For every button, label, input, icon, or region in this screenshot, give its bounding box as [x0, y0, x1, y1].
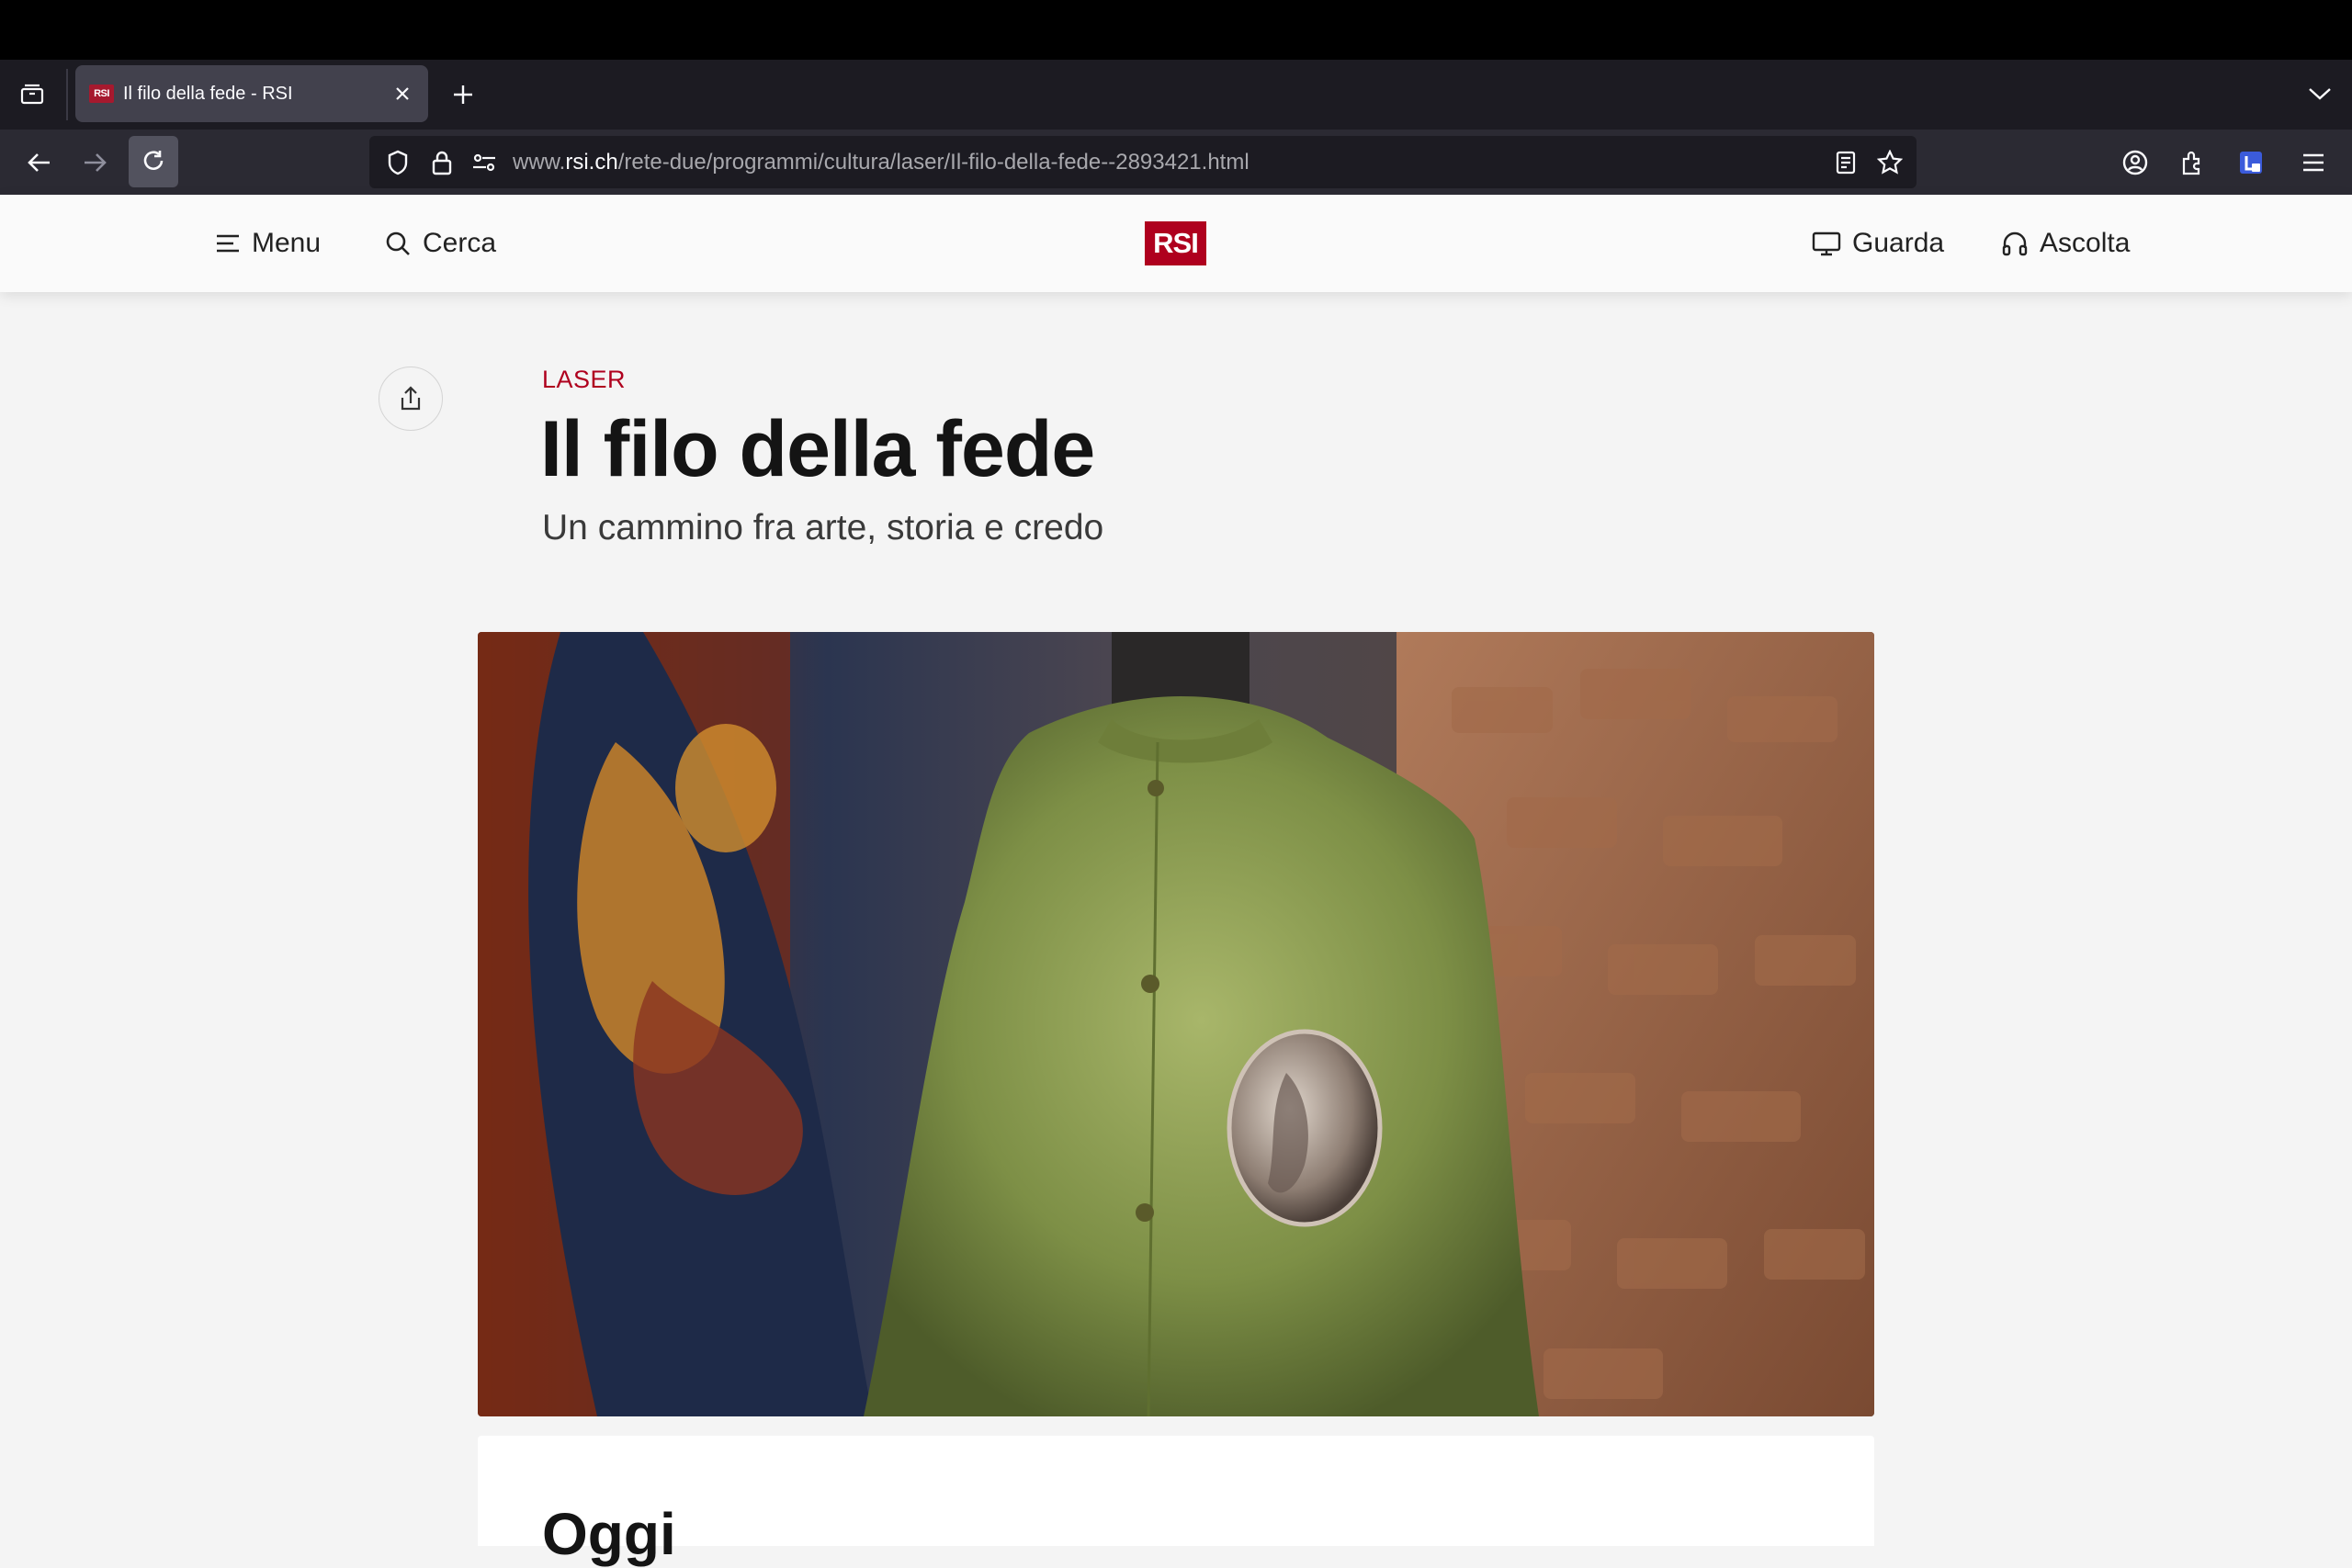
tracking-shield-icon[interactable]	[379, 143, 417, 182]
permissions-icon[interactable]	[465, 143, 503, 182]
app-menu-icon[interactable]	[2291, 141, 2335, 185]
rsi-logo[interactable]: RSI	[1145, 221, 1206, 265]
search-button[interactable]: Cerca	[384, 195, 496, 292]
extension-badge-icon[interactable]	[2229, 141, 2273, 185]
search-icon	[386, 231, 410, 255]
page-title: Il filo della fede	[540, 405, 1095, 493]
headphones-icon	[2002, 231, 2028, 256]
share-button[interactable]	[379, 367, 443, 431]
tab-overview-icon[interactable]	[11, 73, 53, 115]
browser-tab-bar: RSI Il filo della fede - RSI	[0, 60, 2352, 130]
close-icon[interactable]	[384, 75, 421, 112]
watch-label: Guarda	[1852, 228, 1945, 258]
list-all-tabs-chevron-icon[interactable]	[2299, 73, 2341, 115]
listen-button[interactable]: Ascolta	[2001, 195, 2130, 292]
url-text[interactable]: www.rsi.ch/rete-due/programmi/cultura/la…	[513, 136, 1250, 188]
article-kicker[interactable]: LASER	[542, 366, 626, 394]
back-arrow-icon[interactable]	[17, 141, 61, 185]
hero-image	[478, 632, 1874, 1416]
new-tab-plus-icon[interactable]	[441, 73, 485, 117]
menu-label: Menu	[252, 228, 322, 258]
search-label: Cerca	[423, 228, 497, 258]
forward-arrow-icon[interactable]	[74, 141, 118, 185]
tab-favicon: RSI	[89, 85, 114, 103]
listen-label: Ascolta	[2040, 228, 2131, 258]
system-top-strip	[0, 0, 2352, 60]
bookmark-star-icon[interactable]	[1871, 143, 1909, 182]
reload-icon[interactable]	[129, 136, 178, 187]
menu-button[interactable]: Menu	[215, 195, 321, 292]
browser-nav-bar: www.rsi.ch/rete-due/programmi/cultura/la…	[0, 130, 2352, 195]
url-bar[interactable]: www.rsi.ch/rete-due/programmi/cultura/la…	[369, 136, 1917, 188]
site-header: Menu Cerca RSI Guarda Ascolta	[0, 195, 2352, 292]
share-icon	[401, 386, 421, 411]
extensions-icon[interactable]	[2170, 141, 2214, 185]
lock-icon[interactable]	[423, 143, 461, 182]
tv-icon	[1812, 231, 1841, 256]
reader-view-icon[interactable]	[1826, 143, 1865, 182]
tab-title: Il filo della fede - RSI	[123, 83, 293, 104]
content-card: Oggi	[478, 1436, 1874, 1567]
watch-button[interactable]: Guarda	[1812, 195, 1944, 292]
tab-bar-divider	[66, 69, 68, 120]
article-subtitle: Un cammino fra arte, storia e credo	[542, 508, 1104, 547]
active-tab[interactable]: RSI Il filo della fede - RSI	[75, 65, 428, 122]
section-heading: Oggi	[542, 1501, 676, 1567]
account-icon[interactable]	[2113, 141, 2157, 185]
hamburger-icon	[217, 234, 239, 253]
